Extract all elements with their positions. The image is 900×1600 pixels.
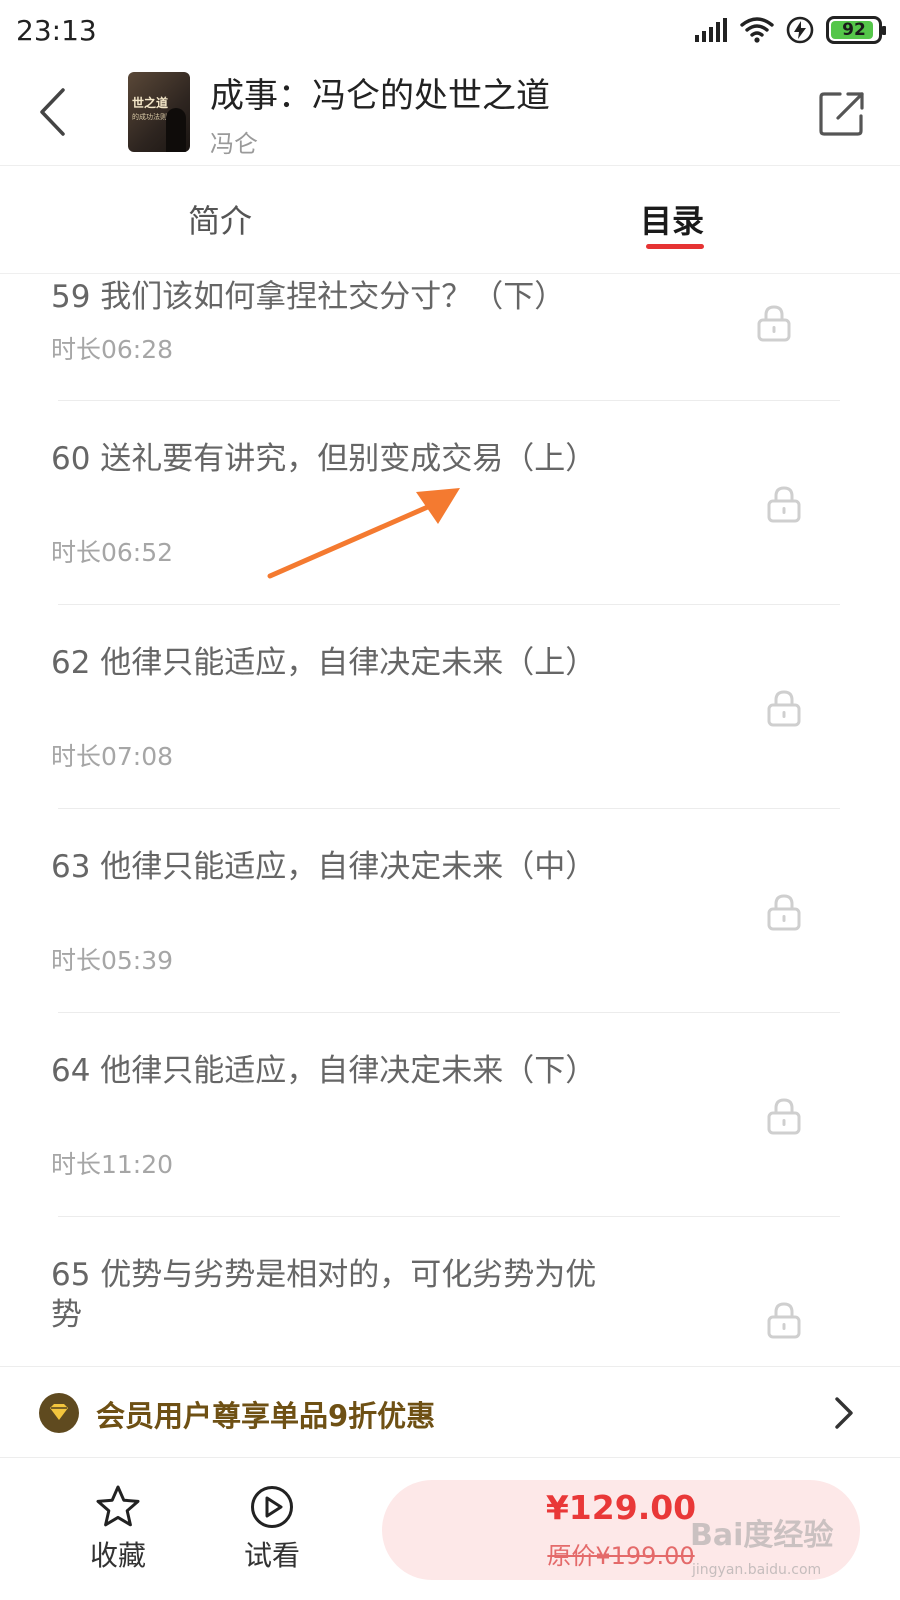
trial-label: 试看 xyxy=(243,1539,300,1572)
signal-icon xyxy=(695,18,727,42)
active-tab-indicator xyxy=(646,244,704,249)
chevron-left-icon xyxy=(40,88,65,136)
favorite-button[interactable]: 收藏 xyxy=(68,1484,168,1574)
episode-title: 62 他律只能适应，自律决定未来（上） xyxy=(51,645,597,681)
episode-duration: 时长06:28 xyxy=(51,335,174,364)
list-item[interactable]: 65 优势与劣势是相对的，可化劣势为优势 xyxy=(0,1217,900,1366)
battery-icon: 92 xyxy=(826,16,886,44)
episode-duration: 时长11:20 xyxy=(51,1150,174,1179)
tab-intro[interactable]: 简介 xyxy=(188,196,252,242)
status-time: 23:13 xyxy=(16,14,97,47)
battery-percent: 92 xyxy=(842,20,866,40)
episode-title: 65 优势与劣势是相对的，可化劣势为优势 xyxy=(51,1257,597,1333)
share-button[interactable] xyxy=(812,84,872,144)
episode-title: 64 他律只能适应，自律决定未来（下） xyxy=(51,1053,597,1089)
play-circle-icon xyxy=(251,1486,293,1528)
chevron-right-icon xyxy=(835,1397,853,1429)
lock-icon xyxy=(767,894,801,931)
status-icons: 92 xyxy=(694,14,886,46)
member-discount-text: 会员用户尊享单品9折优惠 xyxy=(96,1399,436,1433)
favorite-label: 收藏 xyxy=(89,1539,146,1572)
episode-duration: 时长05:39 xyxy=(51,946,174,975)
cover-subtitle: 的成功法则 xyxy=(132,113,167,121)
book-title: 成事：冯仑的处世之道 xyxy=(210,76,550,116)
tab-bar: 简介 目录 xyxy=(0,166,900,274)
wifi-icon xyxy=(740,17,774,43)
tab-catalog[interactable]: 目录 xyxy=(640,196,704,242)
back-button[interactable] xyxy=(30,82,74,142)
book-cover[interactable]: 世之道 的成功法则 xyxy=(128,72,190,152)
share-icon xyxy=(819,92,864,136)
star-icon xyxy=(96,1485,140,1527)
book-author: 冯仑 xyxy=(210,130,258,158)
trial-button[interactable]: 试看 xyxy=(222,1484,322,1574)
lock-icon xyxy=(757,305,791,342)
bottom-action-bar: 收藏 试看 ¥129.00 原价¥199.00 xyxy=(0,1458,900,1600)
lock-icon xyxy=(767,486,801,523)
lock-icon xyxy=(767,1302,801,1339)
cover-title: 世之道 xyxy=(132,96,169,110)
lock-icon xyxy=(767,690,801,727)
list-item[interactable]: 62 他律只能适应，自律决定未来（上） 时长07:08 xyxy=(0,605,900,809)
cover-portrait xyxy=(166,108,186,152)
episode-title: 63 他律只能适应，自律决定未来（中） xyxy=(51,849,597,885)
status-bar: 23:13 92 xyxy=(0,0,900,60)
episode-list[interactable]: 59 我们该如何拿捏社交分寸？（下） 时长06:28 60 送礼要有讲究，但别变… xyxy=(0,274,900,1366)
episode-title: 60 送礼要有讲究，但别变成交易（上） xyxy=(51,441,597,477)
price: ¥129.00 xyxy=(545,1488,697,1527)
buy-button[interactable]: ¥129.00 原价¥199.00 xyxy=(382,1480,860,1580)
original-price: 原价¥199.00 xyxy=(547,1542,695,1570)
lock-icon xyxy=(767,1098,801,1135)
charging-icon xyxy=(786,16,814,44)
episode-duration: 时长06:52 xyxy=(51,538,174,567)
list-item[interactable]: 64 他律只能适应，自律决定未来（下） 时长11:20 xyxy=(0,1013,900,1217)
episode-duration: 时长07:08 xyxy=(51,742,174,771)
vip-diamond-icon xyxy=(39,1393,79,1433)
book-header: 世之道 的成功法则 成事：冯仑的处世之道 冯仑 xyxy=(0,60,900,166)
list-item[interactable]: 63 他律只能适应，自律决定未来（中） 时长05:39 xyxy=(0,809,900,1013)
episode-title: 59 我们该如何拿捏社交分寸？（下） xyxy=(51,279,566,315)
list-item[interactable]: 59 我们该如何拿捏社交分寸？（下） 时长06:28 xyxy=(0,274,900,402)
member-discount-banner[interactable]: 会员用户尊享单品9折优惠 xyxy=(0,1366,900,1458)
list-item[interactable]: 60 送礼要有讲究，但别变成交易（上） 时长06:52 xyxy=(0,401,900,605)
